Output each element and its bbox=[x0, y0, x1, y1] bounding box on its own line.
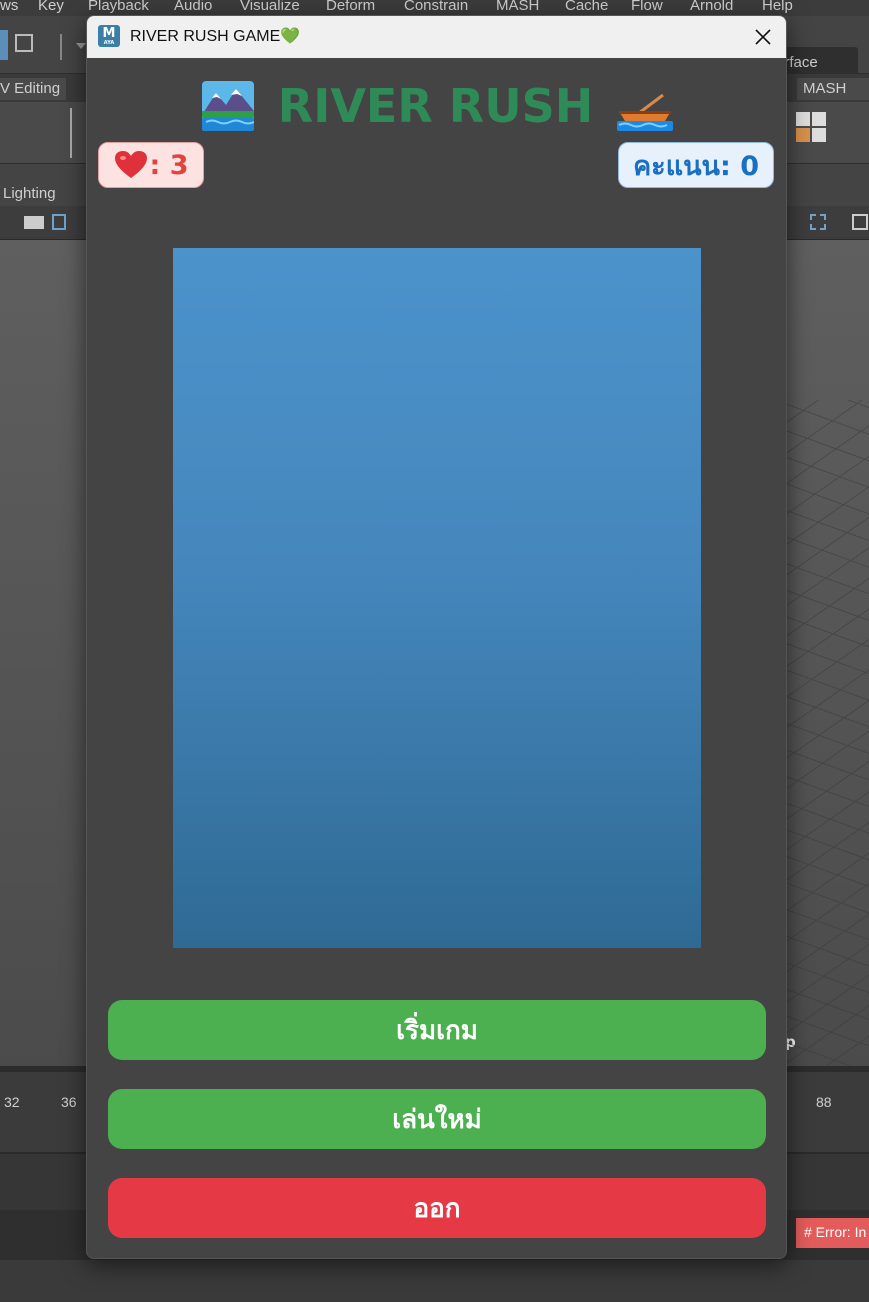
toolbar-divider bbox=[60, 34, 62, 60]
shelf-divider bbox=[70, 108, 72, 158]
frame-label-36: 36 bbox=[61, 1094, 77, 1110]
frame-label-32: 32 bbox=[4, 1094, 20, 1110]
host-menu-help[interactable]: Help bbox=[762, 0, 793, 14]
host-menu-arnold[interactable]: Arnold bbox=[690, 0, 733, 14]
host-menu-deform[interactable]: Deform bbox=[326, 0, 375, 14]
river-game-canvas[interactable] bbox=[173, 248, 701, 948]
maya-app-icon: M AYA bbox=[98, 25, 120, 47]
lock-camera-icon[interactable] bbox=[52, 214, 66, 230]
host-menu-flow[interactable]: Flow bbox=[631, 0, 663, 14]
host-menu-cache[interactable]: Cache bbox=[565, 0, 608, 14]
game-title-bar: RIVER RUSH bbox=[87, 78, 786, 134]
mash-grid-icon[interactable] bbox=[796, 112, 826, 142]
select-camera-icon[interactable] bbox=[810, 214, 826, 230]
viewport-grid bbox=[779, 400, 869, 1066]
select-tool-icon[interactable] bbox=[0, 30, 8, 60]
app-icon-subtext: AYA bbox=[103, 40, 115, 46]
host-menu-key[interactable]: Key bbox=[38, 0, 64, 14]
score-text: คะแนน: 0 bbox=[633, 150, 759, 182]
host-menu-visualize[interactable]: Visualize bbox=[240, 0, 300, 14]
lives-count: : 3 bbox=[149, 149, 189, 181]
dropdown-arrow-icon[interactable] bbox=[76, 43, 86, 49]
host-menubar: ws Key Playback Audio Visualize Deform C… bbox=[0, 0, 869, 16]
score-badge: คะแนน: 0 bbox=[618, 142, 774, 188]
mountain-lake-icon bbox=[201, 81, 254, 131]
host-menu-audio[interactable]: Audio bbox=[174, 0, 212, 14]
game-title-text: RIVER RUSH bbox=[277, 79, 594, 133]
lives-badge: : 3 bbox=[98, 142, 204, 188]
app-icon-letter: M bbox=[102, 26, 116, 41]
host-menu-mash[interactable]: MASH bbox=[496, 0, 539, 14]
restart-game-button[interactable]: เล่นใหม่ bbox=[108, 1089, 766, 1149]
window-titlebar[interactable]: M AYA RIVER RUSH GAME💚 bbox=[87, 16, 786, 58]
host-help-line bbox=[0, 1260, 869, 1302]
frame-label-88: 88 bbox=[816, 1094, 832, 1110]
window-title: RIVER RUSH GAME💚 bbox=[130, 28, 301, 45]
close-button[interactable] bbox=[738, 16, 786, 58]
shelf-tab-uv-editing[interactable]: V Editing bbox=[0, 78, 67, 100]
host-menu-windows[interactable]: ws bbox=[0, 0, 18, 14]
host-menu-constrain[interactable]: Constrain bbox=[404, 0, 468, 14]
exit-game-button[interactable]: ออก bbox=[108, 1178, 766, 1238]
panel-layout-icon[interactable] bbox=[852, 214, 868, 230]
game-dialog: M AYA RIVER RUSH GAME💚 RIVER RUSH: 3 คะ… bbox=[86, 15, 787, 1259]
heart-icon bbox=[114, 151, 147, 178]
start-game-button[interactable]: เริ่มเกม bbox=[108, 1000, 766, 1060]
host-menu-playback[interactable]: Playback bbox=[88, 0, 149, 14]
rowboat-icon bbox=[617, 93, 674, 131]
host-error-message: # Error: In bbox=[796, 1218, 869, 1248]
camera-icon[interactable] bbox=[24, 216, 44, 229]
panel-menu-lighting[interactable]: Lighting bbox=[3, 185, 56, 202]
select-by-component-icon[interactable] bbox=[15, 34, 33, 52]
close-icon bbox=[755, 29, 771, 45]
shelf-tab-mash[interactable]: MASH bbox=[797, 78, 869, 100]
